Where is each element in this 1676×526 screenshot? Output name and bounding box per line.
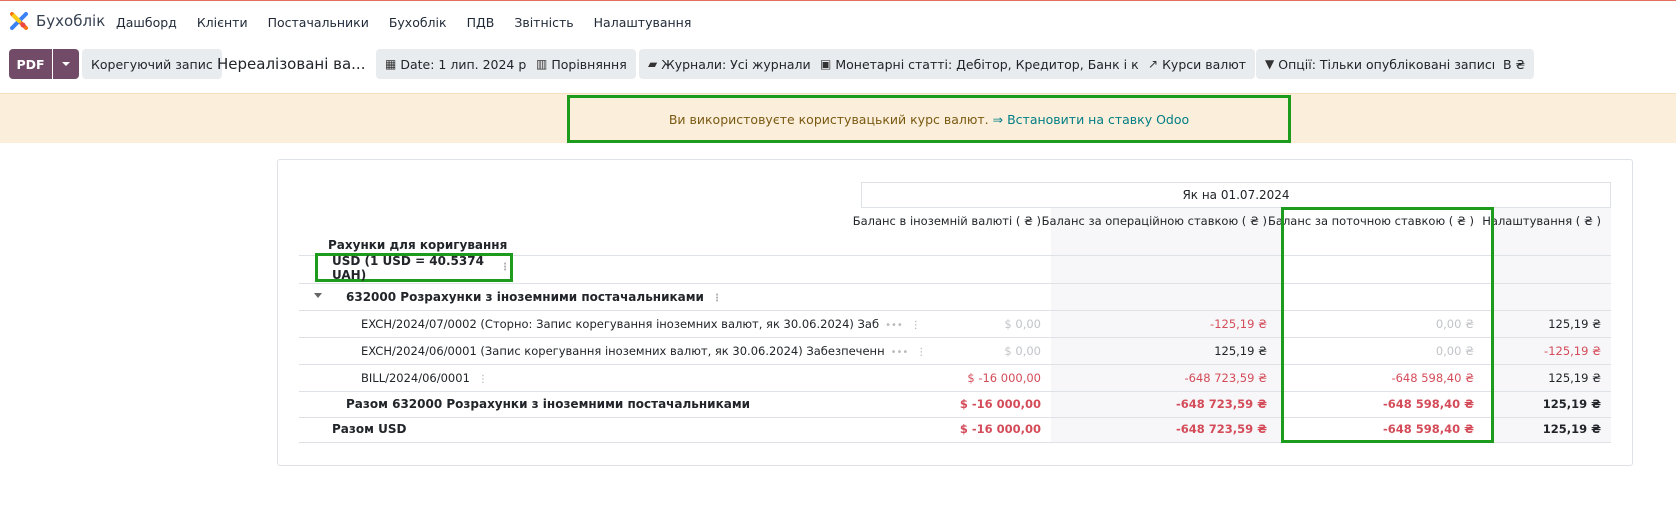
subtotal-foreign: $ -16 000,00 (959, 397, 1041, 411)
options-filter-button[interactable]: ▼ Опції: Тільки опубліковані записи (1256, 49, 1509, 79)
calendar-icon: ▦ (385, 57, 397, 71)
col-header-adjustment[interactable]: Налаштування ( ₴ ) (1482, 214, 1601, 228)
table-row-label[interactable]: EXCH/2024/07/0002 (Сторно: Запис корегув… (361, 317, 921, 331)
adjustment-entry-button[interactable]: Корегуючий запис (82, 49, 222, 79)
line-label: EXCH/2024/07/0002 (Сторно: Запис корегув… (361, 317, 880, 331)
comparison-button[interactable]: ▥ Порівняння (527, 49, 636, 79)
options-label: Опції: Тільки опубліковані записи (1278, 56, 1500, 72)
subtotal-operation-rate: -648 723,59 ₴ (1175, 397, 1267, 411)
kebab-icon[interactable]: ⋮ (500, 262, 510, 273)
subtotal-adjustment: 125,19 ₴ (1542, 397, 1601, 411)
report-title: Нереалізовані ва... (217, 55, 366, 73)
menu-accounting[interactable]: Бухоблік (389, 15, 447, 30)
cell-adjustment: 125,19 ₴ (1548, 371, 1601, 385)
line-label: EXCH/2024/06/0001 (Запис корегування іно… (361, 344, 885, 358)
menu-vendors[interactable]: Постачальники (268, 15, 369, 30)
account-name: 632000 Розрахунки з іноземними постачаль… (346, 290, 704, 304)
total-foreign: $ -16 000,00 (959, 422, 1041, 436)
currency-button[interactable]: В ₴ (1494, 49, 1535, 79)
currency-group-label: USD (1 USD = 40.5374 UAH) (332, 253, 484, 282)
col-header-operation-rate[interactable]: Баланс за операційною ставкою ( ₴ ) (1042, 214, 1267, 228)
top-accent-line (0, 0, 1676, 1)
bar-chart-icon: ▥ (536, 57, 548, 71)
cell-foreign: $ 0,00 (1004, 344, 1041, 358)
pdf-button[interactable]: PDF (9, 49, 52, 79)
cell-adjustment: 125,19 ₴ (1548, 317, 1601, 331)
current-rate-highlight (1281, 207, 1494, 443)
caret-down-icon (62, 62, 70, 66)
subtotal-row-label: Разом 632000 Розрахунки з іноземними пос… (346, 397, 751, 411)
menu-customers[interactable]: Клієнти (197, 15, 248, 30)
kebab-icon[interactable]: ⋮ (911, 320, 921, 331)
table-row-label[interactable]: BILL/2024/06/0001 ⋮ (361, 371, 488, 385)
line-label: BILL/2024/06/0001 (361, 371, 470, 385)
total-operation-rate: -648 723,59 ₴ (1175, 422, 1267, 436)
cell-foreign: $ 0,00 (1004, 317, 1041, 331)
menu-dashboard[interactable]: Дашборд (116, 15, 177, 30)
total-adjustment: 125,19 ₴ (1542, 422, 1601, 436)
kebab-icon[interactable]: ⋮ (478, 374, 488, 385)
accounts-header: Рахунки для коригування (328, 238, 508, 252)
more-icon[interactable]: ••• (891, 347, 909, 358)
menu-configuration[interactable]: Налаштування (594, 15, 692, 30)
currency-group-row[interactable]: USD (1 USD = 40.5374 UAH) ⋮ (315, 253, 513, 282)
journals-label: Журнали: Усі журнали (661, 56, 811, 72)
cell-adjustment: -125,19 ₴ (1544, 344, 1601, 358)
custom-rate-alert: Ви використовуєте користувацький курс ва… (567, 95, 1291, 143)
col-header-foreign[interactable]: Баланс в іноземній валюті ( ₴ ) (853, 214, 1041, 228)
set-odoo-rate-link[interactable]: ⇒ Встановити на ставку Odoo (993, 112, 1190, 127)
journals-filter-button[interactable]: ▰ Журнали: Усі журнали (639, 49, 820, 79)
alert-text: Ви використовуєте користувацький курс ва… (668, 111, 989, 127)
app-logo-icon[interactable] (10, 12, 28, 30)
kebab-icon[interactable]: ⋮ (712, 293, 722, 304)
table-row-label[interactable]: EXCH/2024/06/0001 (Запис корегування іно… (361, 344, 926, 358)
cell-foreign: $ -16 000,00 (967, 371, 1041, 385)
comparison-label: Порівняння (551, 56, 627, 72)
cell-operation-rate: -648 723,59 ₴ (1184, 371, 1267, 385)
kebab-icon[interactable]: ⋮ (916, 347, 926, 358)
account-row-label[interactable]: 632000 Розрахунки з іноземними постачаль… (346, 290, 722, 304)
collapse-caret-icon[interactable] (314, 293, 322, 298)
date-filter-label: Date: 1 лип. 2024 р. (400, 56, 531, 72)
total-row-label: Разом USD (332, 422, 407, 436)
monetary-label: Монетарні статті: Дебітор, Кредитор, Бан… (835, 56, 1161, 72)
exchange-rates-button[interactable]: ↗ Курси валют (1139, 49, 1256, 79)
main-menu: Дашборд Клієнти Постачальники Бухоблік П… (116, 15, 711, 30)
money-bill-icon: ▣ (820, 57, 832, 71)
date-column-header: Як на 01.07.2024 (861, 182, 1611, 208)
cell-operation-rate: 125,19 ₴ (1214, 344, 1267, 358)
book-icon: ▰ (648, 57, 658, 71)
more-icon[interactable]: ••• (885, 320, 903, 331)
menu-reporting[interactable]: Звітність (514, 15, 573, 30)
rates-label: Курси валют (1162, 56, 1247, 72)
cell-operation-rate: -125,19 ₴ (1210, 317, 1267, 331)
app-name[interactable]: Бухоблік (36, 12, 105, 30)
menu-vat[interactable]: ПДВ (467, 15, 495, 30)
line-chart-icon: ↗ (1148, 57, 1159, 71)
date-filter-button[interactable]: ▦ Date: 1 лип. 2024 р. (376, 49, 540, 79)
monetary-items-button[interactable]: ▣ Монетарні статті: Дебітор, Кредитор, Ба… (811, 49, 1170, 79)
export-dropdown-button[interactable] (53, 49, 79, 79)
filter-icon: ▼ (1265, 57, 1275, 71)
